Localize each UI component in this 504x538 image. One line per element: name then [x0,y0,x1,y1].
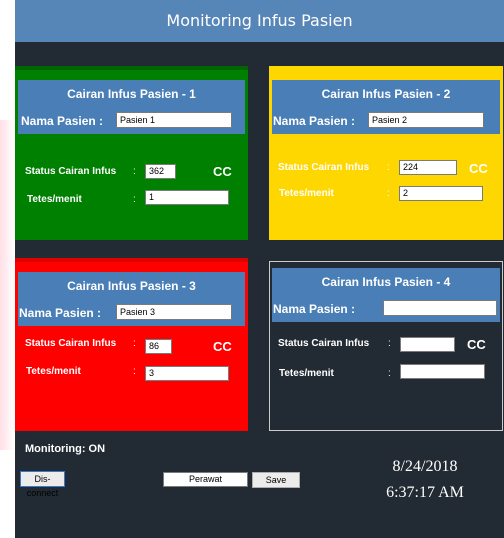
colon: : [133,338,136,349]
nama-pasien-label: Nama Pasien : [19,306,102,320]
window-title: Monitoring Infus Pasien [15,0,504,42]
status-cairan-field[interactable] [400,337,455,352]
colon: : [388,338,391,349]
panel-pasien-1: Cairan Infus Pasien - 1 Nama Pasien : Pa… [15,66,248,240]
colon: : [133,366,136,377]
nama-pasien-input[interactable]: Pasien 2 [368,112,484,128]
panel-header: Cairan Infus Pasien - 2 Nama Pasien : Pa… [272,80,500,134]
panel-header: Cairan Infus Pasien - 1 Nama Pasien : Pa… [18,80,245,134]
unit-cc: CC [213,339,232,354]
nama-pasien-label: Nama Pasien : [21,114,104,128]
colon: : [133,194,136,205]
nama-pasien-input[interactable] [383,300,497,316]
nama-pasien-label: Nama Pasien : [273,114,356,128]
colon: : [387,188,390,199]
status-cairan-label: Status Cairan Infus [25,166,117,177]
nama-pasien-input[interactable]: Pasien 1 [116,112,232,128]
tetes-menit-field[interactable]: 1 [145,190,229,205]
panel-title: Cairan Infus Pasien - 3 [67,279,196,293]
colon: : [387,162,390,173]
unit-cc: CC [213,164,232,179]
clock-date: 8/24/2018 [392,458,458,475]
status-cairan-field[interactable]: 362 [145,164,176,179]
app-root: Monitoring Infus Pasien Cairan Infus Pas… [0,0,504,538]
tetes-menit-label: Tetes/menit [279,368,334,379]
background-accent [0,120,15,450]
colon: : [388,368,391,379]
background-strip [0,0,15,538]
status-cairan-label: Status Cairan Infus [25,338,117,349]
panel-header: Cairan Infus Pasien - 3 Nama Pasien : Pa… [18,272,245,326]
unit-cc: CC [467,337,486,352]
clock-time: 6:37:17 AM [386,484,464,501]
save-button[interactable]: Save [252,472,300,488]
panel-title: Cairan Infus Pasien - 1 [67,87,196,101]
panel-title: Cairan Infus Pasien - 4 [321,275,451,289]
disconnect-button[interactable]: Dis-connect [20,471,65,498]
status-cairan-label: Status Cairan Infus [278,338,370,349]
panel-pasien-2: Cairan Infus Pasien - 2 Nama Pasien : Pa… [269,66,503,240]
panel-title: Cairan Infus Pasien - 2 [321,87,451,101]
tetes-menit-label: Tetes/menit [279,188,334,199]
nama-pasien-label: Nama Pasien : [273,302,356,316]
perawat-input[interactable]: Perawat [163,472,248,487]
main-window: Monitoring Infus Pasien Cairan Infus Pas… [15,0,504,538]
tetes-menit-field[interactable]: 2 [399,186,483,201]
panel-pasien-3: Cairan Infus Pasien - 3 Nama Pasien : Pa… [15,258,248,431]
monitoring-status: Monitoring: ON [25,443,106,455]
status-cairan-field[interactable]: 224 [399,160,457,175]
colon: : [133,166,136,177]
panel-pasien-4: Cairan Infus Pasien - 4 Nama Pasien : St… [269,261,503,431]
tetes-menit-label: Tetes/menit [26,366,81,377]
unit-cc: CC [469,161,488,176]
tetes-menit-field[interactable]: 3 [145,366,229,381]
nama-pasien-input[interactable]: Pasien 3 [116,304,232,320]
panel-header: Cairan Infus Pasien - 4 Nama Pasien : [272,268,500,322]
tetes-menit-label: Tetes/menit [27,194,82,205]
tetes-menit-field[interactable] [400,364,485,379]
status-cairan-field[interactable]: 86 [145,339,172,354]
status-cairan-label: Status Cairan Infus [278,162,370,173]
